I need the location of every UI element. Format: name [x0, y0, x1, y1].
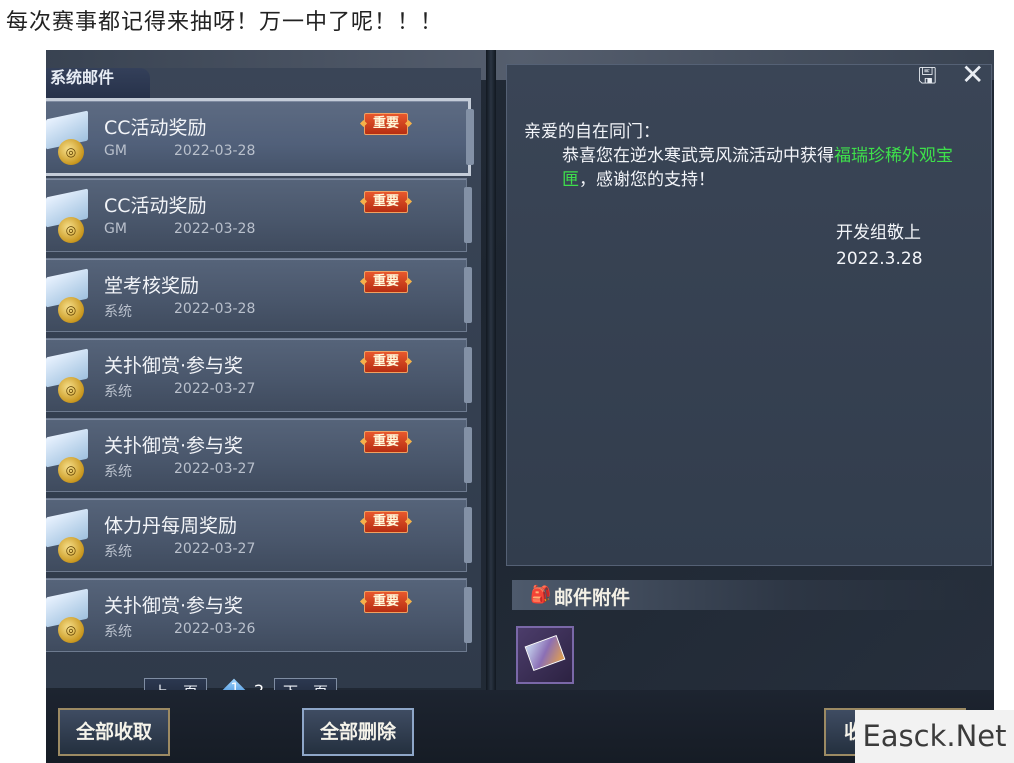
treasure-box-item-icon [524, 634, 566, 672]
post-caption: 每次赛事都记得来抽呀！万一中了呢！！！ [6, 10, 444, 35]
close-icon[interactable]: ✕ [961, 61, 987, 89]
mail-title: CC活动奖励 [104, 195, 207, 217]
mail-title: CC活动奖励 [104, 117, 207, 139]
mail-list-item[interactable]: ◎ 堂考核奖励 系统 2022-03-28 重要 [46, 258, 472, 332]
panel-divider [486, 50, 496, 763]
mail-body-before: 恭喜您在逆水寒武竞风流活动中获得 [562, 146, 834, 166]
important-badge: 重要 [364, 591, 409, 613]
mail-sender: 系统 [104, 624, 132, 640]
mail-list-panel: 系统邮件 ◎ CC活动奖励 GM 2022-03-28 重要 ◎ CC活动奖励 … [46, 68, 481, 706]
mail-date: 2022-03-28 [174, 221, 256, 237]
mail-sender: 系统 [104, 464, 132, 480]
mail-envelope-icon: ◎ [46, 588, 92, 643]
mail-signature: 开发组敬上 [836, 223, 921, 243]
mail-greeting: 亲爱的自在同门： [524, 122, 660, 142]
mail-body: 亲爱的自在同门： 恭喜您在逆水寒武竞风流活动中获得福瑞珍稀外观宝匣，感谢您的支持… [524, 120, 964, 192]
attachments-header: 🎒 邮件附件 [512, 580, 982, 610]
mail-list-item[interactable]: ◎ CC活动奖励 GM 2022-03-28 重要 [46, 98, 474, 176]
mail-sender: 系统 [104, 384, 132, 400]
important-badge: 重要 [364, 351, 409, 373]
mail-list-item[interactable]: ◎ 关扑御赏·参与奖 系统 2022-03-27 重要 [46, 418, 472, 492]
mail-date: 2022-03-28 [174, 143, 256, 159]
collect-all-button[interactable]: 全部收取 [58, 708, 171, 756]
mail-sender: 系统 [104, 304, 132, 320]
mail-date: 2022-03-27 [174, 541, 256, 557]
pouch-icon: 🎒 [530, 585, 552, 605]
mail-title: 关扑御赏·参与奖 [104, 355, 244, 377]
mail-envelope-icon: ◎ [46, 508, 92, 563]
mail-list-item[interactable]: ◎ 关扑御赏·参与奖 系统 2022-03-27 重要 [46, 338, 472, 412]
mail-envelope-icon: ◎ [46, 188, 92, 243]
mail-list-item[interactable]: ◎ CC活动奖励 GM 2022-03-28 重要 [46, 178, 472, 252]
mail-envelope-icon: ◎ [46, 110, 92, 165]
attachments-label: 邮件附件 [554, 587, 631, 609]
mail-date: 2022-03-27 [174, 381, 256, 397]
important-badge: 重要 [364, 191, 409, 213]
mail-date: 2022-03-28 [174, 301, 256, 317]
mail-message: 恭喜您在逆水寒武竞风流活动中获得福瑞珍稀外观宝匣，感谢您的支持！ [524, 144, 964, 192]
mail-sender: GM [104, 221, 127, 237]
watermark: Easck.Net [855, 710, 1014, 763]
important-badge: 重要 [364, 271, 409, 293]
game-mail-window: 系统邮件 ◎ CC活动奖励 GM 2022-03-28 重要 ◎ CC活动奖励 … [46, 50, 994, 763]
mail-title: 关扑御赏·参与奖 [104, 435, 244, 457]
attachment-slot[interactable] [516, 626, 574, 684]
mail-list-item[interactable]: ◎ 关扑御赏·参与奖 系统 2022-03-26 重要 [46, 578, 472, 652]
save-icon[interactable]: 🖫 [918, 66, 940, 88]
mail-body-after: ，感谢您的支持！ [579, 170, 715, 190]
mail-date: 2022-03-26 [174, 621, 256, 637]
mail-sign-date: 2022.3.28 [836, 249, 923, 269]
delete-all-button[interactable]: 全部删除 [302, 708, 415, 756]
important-badge: 重要 [364, 431, 409, 453]
mail-title: 堂考核奖励 [104, 275, 200, 297]
mail-envelope-icon: ◎ [46, 348, 92, 403]
mail-envelope-icon: ◎ [46, 428, 92, 483]
mail-title: 关扑御赏·参与奖 [104, 595, 244, 617]
important-badge: 重要 [364, 511, 409, 533]
mail-title: 体力丹每周奖励 [104, 515, 238, 537]
mail-sender: GM [104, 143, 127, 159]
mail-signature-block: 开发组敬上 2022.3.28 [836, 220, 923, 272]
mail-envelope-icon: ◎ [46, 268, 92, 323]
mail-sender: 系统 [104, 544, 132, 560]
important-badge: 重要 [364, 113, 409, 135]
mail-date: 2022-03-27 [174, 461, 256, 477]
mail-list-item[interactable]: ◎ 体力丹每周奖励 系统 2022-03-27 重要 [46, 498, 472, 572]
